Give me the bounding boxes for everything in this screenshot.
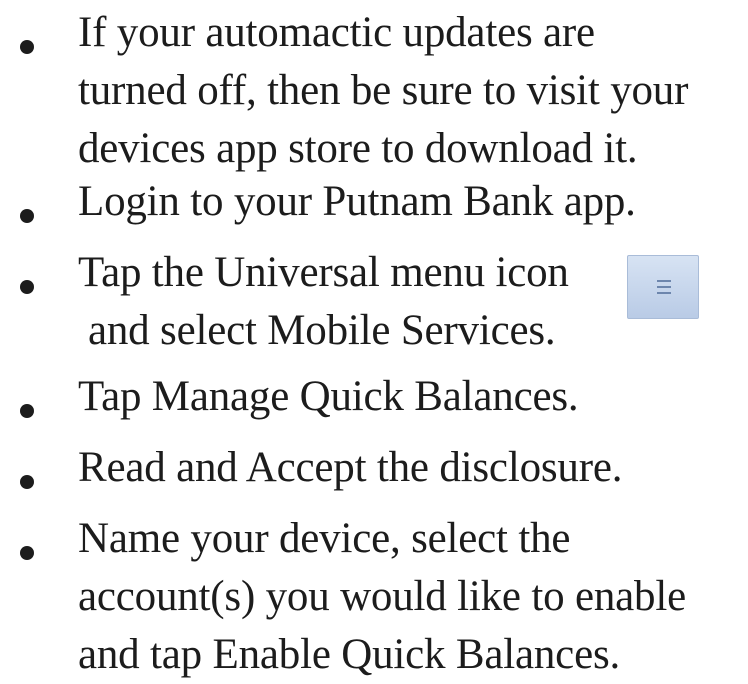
step-text-line: Read and Accept the disclosure. [78, 444, 623, 491]
bullet-icon [20, 40, 34, 54]
bullet-icon [20, 209, 34, 223]
step-text-line: and tap Enable Quick Balances. [78, 631, 621, 678]
step-text-line: If your automactic updates are [78, 9, 595, 56]
hamburger-menu-icon [627, 255, 699, 319]
bullet-icon [20, 475, 34, 489]
step-text-line: Login to your Putnam Bank app. [78, 178, 636, 225]
step-text-line: Name your device, select the [78, 515, 571, 562]
bullet-icon [20, 280, 34, 294]
step-text-line: and select Mobile Services. [88, 307, 556, 354]
step-text-line: devices app store to download it. [78, 125, 638, 172]
step-text-line: account(s) you would like to enable [78, 573, 686, 620]
bullet-icon [20, 404, 34, 418]
bullet-icon [20, 546, 34, 560]
step-text-line: Tap Manage Quick Balances. [78, 373, 579, 420]
step-text-line: turned off, then be sure to visit your [78, 67, 689, 114]
step-text-line: Tap the Universal menu icon [78, 249, 569, 296]
